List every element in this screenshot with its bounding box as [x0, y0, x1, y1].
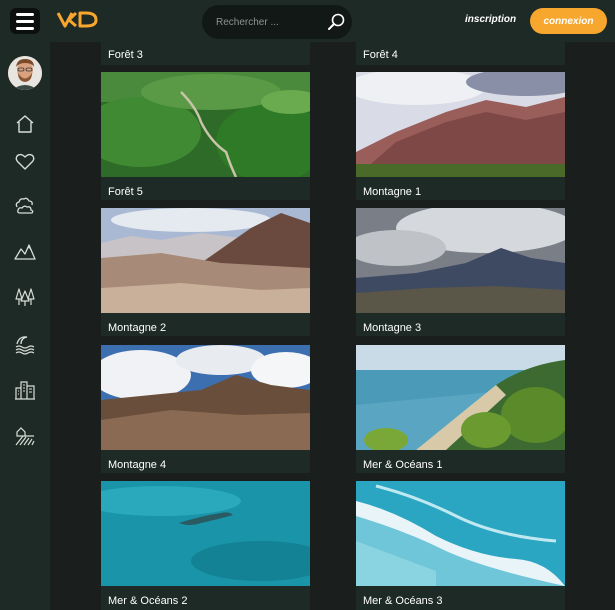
card-image-mountain	[356, 208, 565, 313]
gallery-card[interactable]: Montagne 4	[101, 345, 310, 473]
top-bar: inscription connexion	[0, 0, 615, 42]
countryside-icon[interactable]	[13, 424, 37, 448]
card-label: Forêt 3	[108, 49, 143, 61]
card-image-mountain	[356, 72, 565, 177]
avatar[interactable]	[8, 56, 42, 90]
menu-button[interactable]	[10, 8, 40, 34]
logo-icon[interactable]	[56, 10, 102, 30]
card-label: Montagne 3	[363, 322, 422, 334]
heart-icon[interactable]	[13, 149, 37, 173]
card-label: Montagne 2	[108, 322, 167, 334]
gallery: Forêt 3 Forêt 4 Forêt 5 Montagne 1 Monta…	[50, 42, 615, 610]
hamburger-icon-line	[16, 26, 34, 30]
hamburger-icon	[16, 12, 34, 16]
hamburger-icon-line	[16, 19, 34, 23]
card-label: Forêt 4	[363, 49, 398, 61]
card-image-forest	[101, 72, 310, 177]
connexion-button[interactable]: connexion	[530, 8, 607, 34]
search-icon[interactable]	[326, 12, 346, 32]
card-image-sea	[356, 345, 565, 450]
card-label: Montagne 1	[363, 186, 422, 198]
search-bar	[202, 5, 352, 39]
sea-waves-icon[interactable]	[13, 332, 37, 356]
card-label: Mer & Océans 3	[363, 595, 443, 607]
card-image-sea	[101, 481, 310, 586]
sidebar	[0, 42, 50, 610]
gallery-card[interactable]: Forêt 5	[101, 72, 310, 200]
forest-icon[interactable]	[13, 285, 37, 309]
card-image-mountain	[101, 208, 310, 313]
mountains-icon[interactable]	[13, 239, 37, 263]
gallery-card[interactable]: Montagne 2	[101, 208, 310, 336]
clouds-icon[interactable]	[13, 194, 37, 218]
search-input[interactable]	[216, 16, 316, 28]
card-label: Montagne 4	[108, 459, 167, 471]
gallery-card[interactable]: Forêt 3	[101, 42, 310, 65]
gallery-card[interactable]: Forêt 4	[356, 42, 565, 65]
gallery-card[interactable]: Montagne 3	[356, 208, 565, 336]
gallery-card[interactable]: Mer & Océans 3	[356, 481, 565, 610]
card-image-mountain	[101, 345, 310, 450]
card-image-sea	[356, 481, 565, 586]
card-label: Mer & Océans 2	[108, 595, 188, 607]
gallery-card[interactable]: Mer & Océans 1	[356, 345, 565, 473]
card-label: Mer & Océans 1	[363, 459, 443, 471]
inscription-link[interactable]: inscription	[465, 14, 516, 25]
card-label: Forêt 5	[108, 186, 143, 198]
city-icon[interactable]	[13, 378, 37, 402]
gallery-card[interactable]: Montagne 1	[356, 72, 565, 200]
home-icon[interactable]	[13, 112, 37, 136]
gallery-card[interactable]: Mer & Océans 2	[101, 481, 310, 610]
